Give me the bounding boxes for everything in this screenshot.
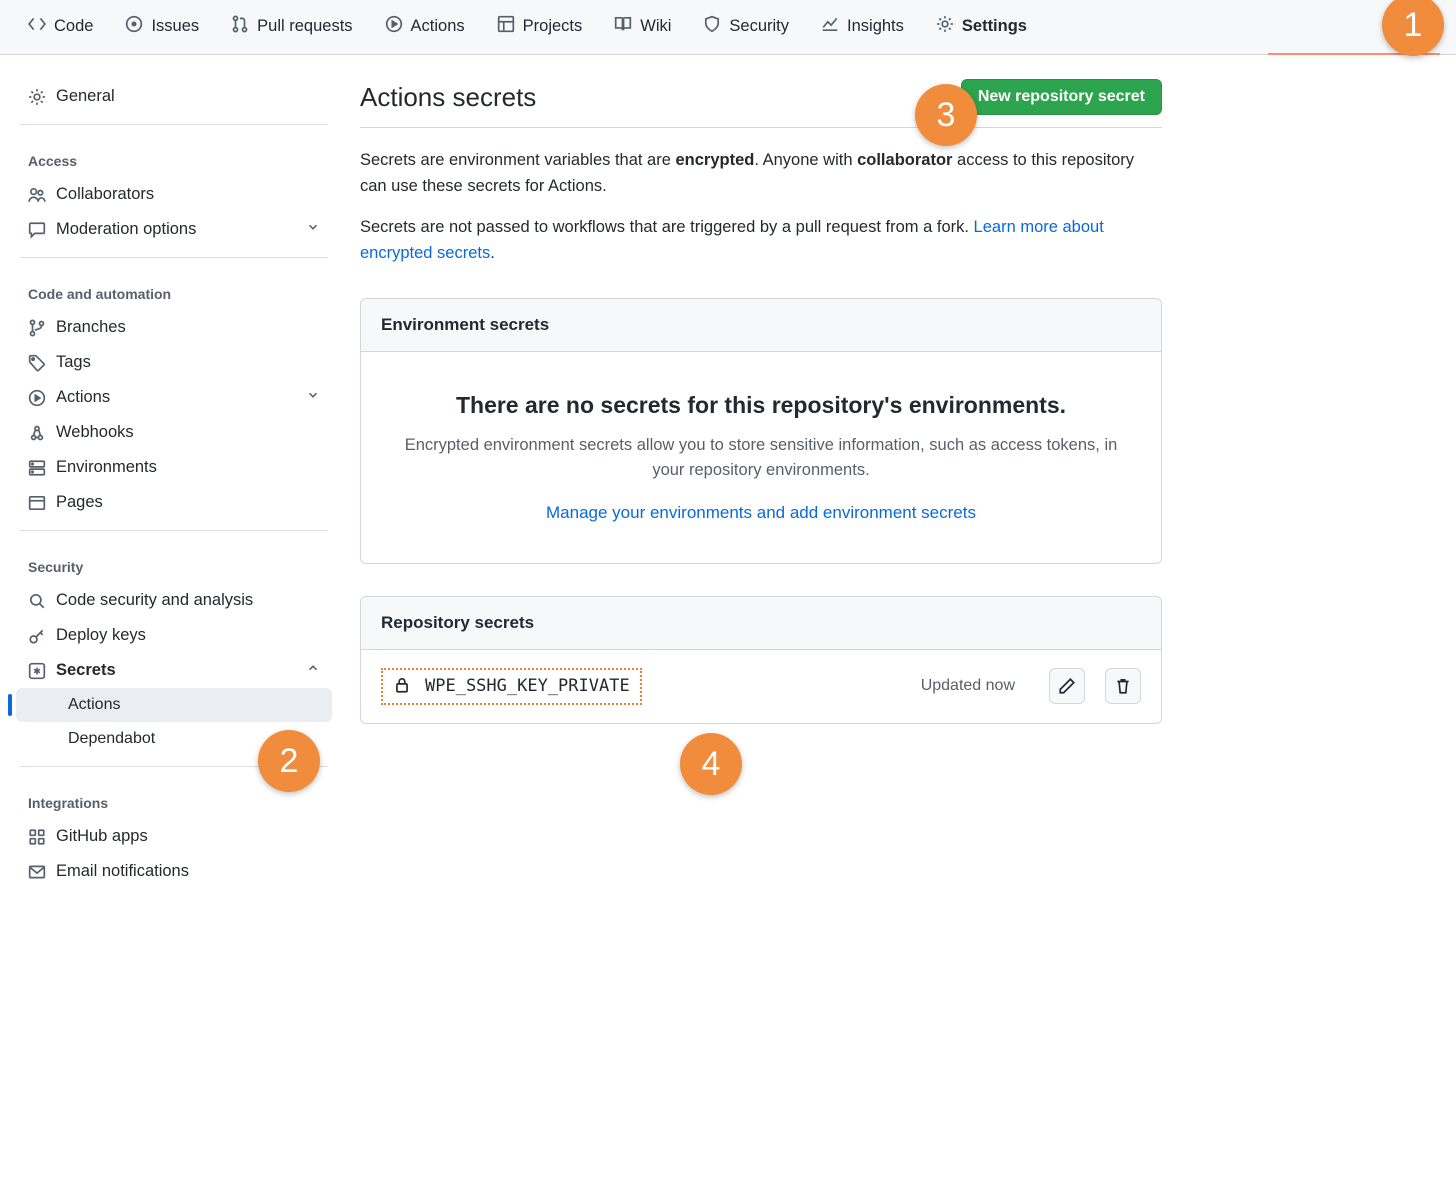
people-icon	[28, 186, 46, 204]
gear-icon	[28, 88, 46, 106]
tab-code[interactable]: Code	[16, 7, 105, 48]
divider	[20, 124, 328, 125]
key-icon	[28, 627, 46, 645]
description-1: Secrets are environment variables that a…	[360, 148, 1162, 199]
asterisk-icon	[28, 662, 46, 680]
tab-settings[interactable]: Settings	[924, 7, 1039, 48]
pr-icon	[231, 15, 249, 38]
play-icon	[385, 15, 403, 38]
tab-wiki[interactable]: Wiki	[602, 7, 683, 48]
comment-icon	[28, 221, 46, 239]
sidebar-tags[interactable]: Tags	[16, 345, 332, 380]
sidebar-general[interactable]: General	[16, 79, 332, 114]
sidebar-moderation[interactable]: Moderation options	[16, 212, 332, 247]
shield-icon	[703, 15, 721, 38]
environment-secrets-panel: Environment secrets There are no secrets…	[360, 298, 1162, 564]
chevron-down-icon	[306, 388, 320, 407]
environment-secrets-heading: Environment secrets	[361, 299, 1161, 352]
tab-insights[interactable]: Insights	[809, 7, 916, 48]
lock-icon	[393, 676, 411, 697]
sidebar-group-security: Security	[16, 541, 332, 583]
secret-name: WPE_SSHG_KEY_PRIVATE	[425, 676, 630, 696]
page-title: Actions secrets	[360, 82, 536, 113]
repository-secrets-heading: Repository secrets	[361, 597, 1161, 650]
graph-icon	[821, 15, 839, 38]
secret-name-highlight: WPE_SSHG_KEY_PRIVATE	[381, 668, 642, 705]
tab-security[interactable]: Security	[691, 7, 801, 48]
webhook-icon	[28, 424, 46, 442]
sidebar-group-access: Access	[16, 135, 332, 177]
chevron-up-icon	[306, 661, 320, 680]
sidebar-collaborators[interactable]: Collaborators	[16, 177, 332, 212]
book-icon	[614, 15, 632, 38]
divider	[20, 257, 328, 258]
description-2: Secrets are not passed to workflows that…	[360, 215, 1162, 266]
secret-updated: Updated now	[921, 677, 1015, 695]
sidebar-code-security[interactable]: Code security and analysis	[16, 583, 332, 618]
sidebar-group-code: Code and automation	[16, 268, 332, 310]
sidebar-pages[interactable]: Pages	[16, 485, 332, 520]
issue-icon	[125, 15, 143, 38]
annotation-4: 4	[680, 733, 742, 795]
tag-icon	[28, 354, 46, 372]
branch-icon	[28, 319, 46, 337]
repository-secrets-panel: Repository secrets WPE_SSHG_KEY_PRIVATE …	[360, 596, 1162, 724]
sidebar-secrets-actions[interactable]: Actions	[16, 688, 332, 722]
sidebar-deploy-keys[interactable]: Deploy keys	[16, 618, 332, 653]
env-empty-subtitle: Encrypted environment secrets allow you …	[389, 433, 1133, 483]
chevron-down-icon	[306, 220, 320, 239]
divider	[20, 530, 328, 531]
sidebar-actions[interactable]: Actions	[16, 380, 332, 415]
page-header: Actions secrets New repository secret	[360, 79, 1162, 128]
tab-actions[interactable]: Actions	[373, 7, 477, 48]
manage-environments-link[interactable]: Manage your environments and add environ…	[546, 503, 976, 522]
sidebar-environments[interactable]: Environments	[16, 450, 332, 485]
project-icon	[497, 15, 515, 38]
sidebar-webhooks[interactable]: Webhooks	[16, 415, 332, 450]
play-icon	[28, 389, 46, 407]
apps-icon	[28, 828, 46, 846]
env-empty-title: There are no secrets for this repository…	[389, 392, 1133, 419]
annotation-3: 3	[915, 84, 977, 146]
sidebar-github-apps[interactable]: GitHub apps	[16, 819, 332, 854]
server-icon	[28, 459, 46, 477]
sidebar-branches[interactable]: Branches	[16, 310, 332, 345]
scan-icon	[28, 592, 46, 610]
code-icon	[28, 15, 46, 38]
annotation-2: 2	[258, 730, 320, 792]
tab-projects[interactable]: Projects	[485, 7, 595, 48]
mail-icon	[28, 863, 46, 881]
repo-tabs: Code Issues Pull requests Actions Projec…	[0, 0, 1456, 55]
secret-row: WPE_SSHG_KEY_PRIVATE Updated now	[361, 650, 1161, 723]
edit-secret-button[interactable]	[1049, 668, 1085, 704]
tab-issues[interactable]: Issues	[113, 7, 211, 48]
sidebar-secrets[interactable]: Secrets	[16, 653, 332, 688]
browser-icon	[28, 494, 46, 512]
new-repository-secret-button[interactable]: New repository secret	[961, 79, 1162, 115]
tab-pull-requests[interactable]: Pull requests	[219, 7, 364, 48]
gear-icon	[936, 15, 954, 38]
delete-secret-button[interactable]	[1105, 668, 1141, 704]
sidebar-email-notifications[interactable]: Email notifications	[16, 854, 332, 889]
main-content: Actions secrets New repository secret Se…	[340, 55, 1190, 913]
